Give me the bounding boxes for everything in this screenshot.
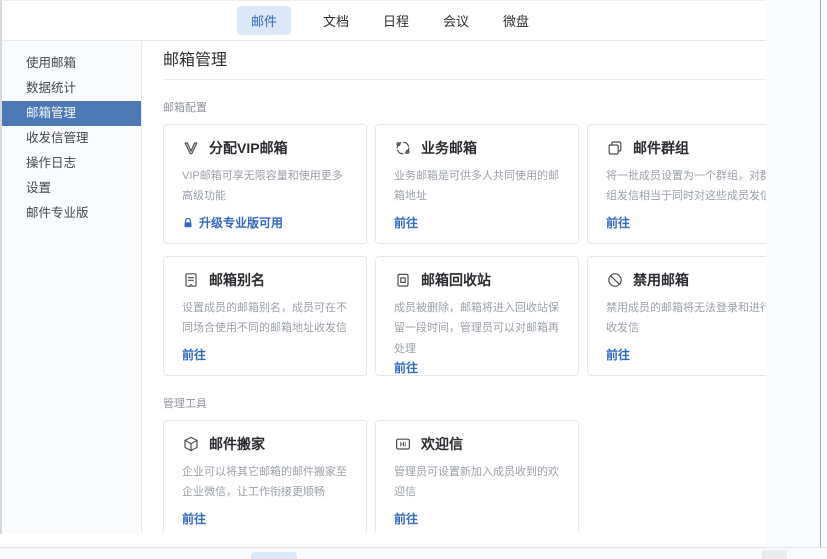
sidebar-item-1[interactable]: 使用邮箱 (2, 51, 141, 76)
alias-icon (182, 271, 200, 289)
card-header: 邮箱别名 (182, 270, 348, 290)
card-title: 欢迎信 (421, 434, 463, 454)
card-title: 分配VIP邮箱 (209, 138, 288, 158)
go-link[interactable]: 前往 (182, 510, 348, 527)
action-label: 前往 (606, 346, 630, 363)
card-description: 成员被删除，邮箱将进入回收站保留一段时间，管理员可以对邮箱再处理 (394, 298, 560, 359)
main-content: 邮箱管理 邮箱配置分配VIP邮箱 VIP邮箱可享无限容量和使用更多高级功能升级专业… (143, 41, 766, 534)
card-description: 设置成员的邮箱别名，成员可在不同场合使用不同的邮箱地址收发信 (182, 298, 348, 339)
feature-card: Hi 欢迎信管理员可设置新加入成员收到的欢迎信前往 (375, 420, 579, 534)
action-label: 前往 (606, 214, 630, 231)
sidebar-item-2[interactable]: 数据统计 (2, 76, 141, 101)
go-link[interactable]: 前往 (182, 346, 348, 363)
migrate-box-icon (182, 435, 200, 453)
action-label: 前往 (394, 510, 418, 527)
upgrade-link[interactable]: 升级专业版可用 (182, 214, 348, 231)
next-screenshot-strip (0, 548, 827, 559)
sidebar-item-3[interactable]: 邮箱管理 (2, 101, 141, 126)
sidebar-item-7[interactable]: 邮件专业版 (2, 201, 141, 226)
card-description: 将一批成员设置为一个群组，对群组发信相当于同时对这些成员发信 (606, 166, 766, 207)
card-header: 禁用邮箱 (606, 270, 766, 290)
mail-group-icon (606, 139, 624, 157)
vip-icon (182, 139, 200, 157)
card-header: 邮件搬家 (182, 434, 348, 454)
feature-card: 禁用邮箱禁用成员的邮箱将无法登录和进行收发信前往 (587, 256, 766, 376)
action-label: 升级专业版可用 (199, 214, 283, 231)
sidebar-item-5[interactable]: 操作日志 (2, 151, 141, 176)
feature-card: 分配VIP邮箱 VIP邮箱可享无限容量和使用更多高级功能升级专业版可用 (163, 124, 367, 244)
card-description: 企业可以将其它邮箱的邮件搬家至企业微信，让工作衔接更顺畅 (182, 462, 348, 503)
section-label: 邮箱配置 (163, 102, 766, 115)
top-navigation: 邮件 文档 日程 会议 微盘 (2, 1, 766, 41)
card-header: 业务邮箱 (394, 138, 560, 158)
go-link[interactable]: 前往 (606, 346, 766, 363)
go-link[interactable]: 前往 (394, 359, 560, 376)
card-description: 禁用成员的邮箱将无法登录和进行收发信 (606, 298, 766, 339)
card-title: 邮箱别名 (209, 270, 265, 290)
recycle-bin-icon (394, 271, 412, 289)
page-title: 邮箱管理 (163, 51, 766, 71)
card-title: 邮件搬家 (209, 434, 265, 454)
sidebar: 使用邮箱数据统计邮箱管理收发信管理操作日志设置邮件专业版 (2, 41, 142, 534)
page: 邮件文档日程会议微盘 使用邮箱数据统计邮箱管理收发信管理操作日志设置邮件专业版 … (0, 0, 827, 559)
card-title: 禁用邮箱 (633, 270, 689, 290)
card-description: VIP邮箱可享无限容量和使用更多高级功能 (182, 166, 348, 207)
feature-card: 邮件群组将一批成员设置为一个群组，对群组发信相当于同时对这些成员发信前往 (587, 124, 766, 244)
section-label: 管理工具 (163, 398, 766, 411)
tab-2[interactable]: 文档 (321, 6, 351, 35)
feature-card: 业务邮箱业务邮箱是可供多人共同使用的邮箱地址前往 (375, 124, 579, 244)
card-header: 邮件群组 (606, 138, 766, 158)
shared-mailbox-icon (394, 139, 412, 157)
card-grid: 邮件搬家企业可以将其它邮箱的邮件搬家至企业微信，让工作衔接更顺畅前往 Hi 欢迎信管… (163, 420, 766, 534)
action-label: 前往 (182, 510, 206, 527)
card-title: 邮箱回收站 (421, 270, 491, 290)
tab-5[interactable]: 微盘 (501, 6, 531, 35)
sidebar-item-4[interactable]: 收发信管理 (2, 126, 141, 151)
title-divider (163, 79, 766, 80)
tab-3[interactable]: 日程 (381, 6, 411, 35)
lock-icon (182, 217, 194, 229)
right-scroll-divider (820, 0, 821, 548)
right-gutter (766, 0, 827, 548)
disable-icon (606, 271, 624, 289)
card-header: Hi 欢迎信 (394, 434, 560, 454)
go-link[interactable]: 前往 (606, 214, 766, 231)
card-header: 分配VIP邮箱 (182, 138, 348, 158)
go-link[interactable]: 前往 (394, 214, 560, 231)
app-window: 邮件文档日程会议微盘 使用邮箱数据统计邮箱管理收发信管理操作日志设置邮件专业版 … (0, 0, 766, 534)
feature-card: 邮件搬家企业可以将其它邮箱的邮件搬家至企业微信，让工作衔接更顺畅前往 (163, 420, 367, 534)
svg-text:Hi: Hi (400, 441, 406, 448)
card-title: 业务邮箱 (421, 138, 477, 158)
tab-1[interactable]: 邮件 (237, 6, 291, 35)
card-description: 业务邮箱是可供多人共同使用的邮箱地址 (394, 166, 560, 207)
card-grid: 分配VIP邮箱VIP邮箱可享无限容量和使用更多高级功能升级专业版可用业务邮箱业务… (163, 124, 766, 376)
card-description: 管理员可设置新加入成员收到的欢迎信 (394, 462, 560, 503)
next-screenshot-active-tab-fragment (251, 552, 297, 559)
welcome-letter-icon: Hi (394, 435, 412, 453)
card-title: 邮件群组 (633, 138, 689, 158)
feature-card: 邮箱别名设置成员的邮箱别名，成员可在不同场合使用不同的邮箱地址收发信前往 (163, 256, 367, 376)
card-header: 邮箱回收站 (394, 270, 560, 290)
action-label: 前往 (394, 214, 418, 231)
action-label: 前往 (182, 346, 206, 363)
sidebar-item-6[interactable]: 设置 (2, 176, 141, 201)
feature-card: 邮箱回收站成员被删除，邮箱将进入回收站保留一段时间，管理员可以对邮箱再处理前往 (375, 256, 579, 376)
go-link[interactable]: 前往 (394, 510, 560, 527)
next-screenshot-fragment (762, 550, 787, 559)
action-label: 前往 (394, 359, 418, 376)
tab-4[interactable]: 会议 (441, 6, 471, 35)
